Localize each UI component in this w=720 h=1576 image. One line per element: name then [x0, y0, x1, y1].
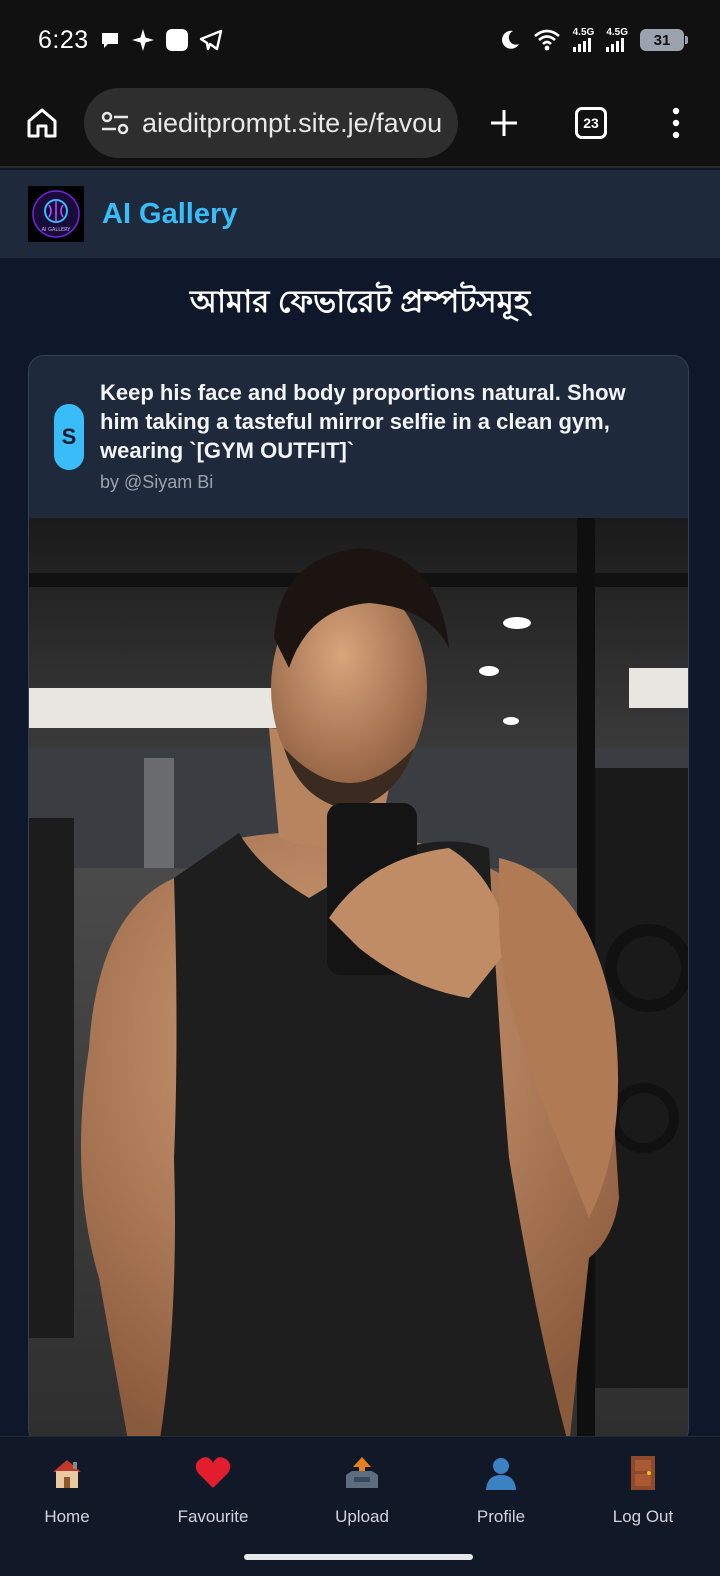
status-bar: 6:23 4.5G 4.5G 31	[0, 0, 720, 80]
battery-icon: 31	[640, 29, 688, 51]
gesture-home-indicator[interactable]	[244, 1554, 473, 1560]
prompt-text: Keep his face and body proportions natur…	[100, 380, 626, 463]
nav-home-label: Home	[44, 1507, 90, 1526]
app-header: AI GALLERY AI Gallery	[0, 170, 720, 258]
browser-toolbar: aieditprompt.site.je/favou 23	[0, 80, 720, 168]
signal-1: 4.5G	[572, 27, 595, 52]
nav-upload[interactable]: Upload	[307, 1453, 417, 1527]
site-settings-icon[interactable]	[100, 110, 130, 136]
moon-icon	[501, 30, 519, 49]
house-icon	[49, 1453, 85, 1493]
logo-text: AI GALLERY	[42, 227, 72, 233]
tab-switcher-button[interactable]: 23	[550, 107, 632, 139]
prompt-card[interactable]: S Keep his face and body proportions nat…	[28, 355, 689, 1445]
status-time: 6:23	[38, 25, 89, 54]
url-text: aieditprompt.site.je/favou	[142, 107, 443, 138]
battery-level: 31	[653, 31, 671, 49]
address-bar[interactable]: aieditprompt.site.je/favou	[84, 88, 458, 158]
page-title: আমার ফেভারেট প্রম্পটসমূহ	[189, 284, 531, 319]
nav-home[interactable]: Home	[12, 1453, 122, 1527]
app-title[interactable]: AI Gallery	[102, 198, 237, 231]
door-icon	[628, 1453, 658, 1493]
nav-favourite-label: Favourite	[177, 1507, 249, 1526]
heart-icon	[194, 1453, 232, 1493]
nav-favourite[interactable]: Favourite	[158, 1453, 268, 1527]
plus-icon	[491, 110, 517, 136]
telegram-icon	[199, 29, 222, 51]
system-icons: 4.5G 4.5G 31	[499, 27, 688, 52]
author-avatar: S	[54, 404, 84, 470]
home-outline-icon	[27, 108, 57, 138]
nav-logout[interactable]: Log Out	[588, 1453, 698, 1527]
prompt-image[interactable]	[29, 518, 688, 1444]
nav-profile-label: Profile	[476, 1507, 526, 1526]
gym-selfie-image	[29, 518, 688, 1444]
chat-bubble-icon	[101, 33, 118, 48]
person-icon	[483, 1453, 519, 1493]
tab-count: 23	[575, 107, 607, 139]
browser-menu-button[interactable]	[632, 107, 720, 139]
brain-logo-icon: AI GALLERY	[32, 190, 80, 238]
wifi-icon	[533, 29, 560, 51]
notification-icons	[99, 28, 223, 52]
nav-profile[interactable]: Profile	[446, 1453, 556, 1527]
app-logo[interactable]: AI GALLERY	[28, 186, 84, 242]
bottom-navigation: Home Favourite Upload Profile Log Out	[0, 1436, 720, 1576]
more-vertical-icon	[672, 107, 680, 139]
network-type-1: 4.5G	[572, 27, 595, 38]
author-name: by @Siyam Bi	[100, 472, 214, 492]
card-header: S Keep his face and body proportions nat…	[29, 356, 688, 518]
signal-bars-icon	[572, 38, 591, 52]
signal-2: 4.5G	[606, 28, 628, 52]
signal-bars-icon	[606, 38, 625, 52]
new-tab-button[interactable]	[458, 108, 550, 138]
network-type-2: 4.5G	[606, 27, 628, 38]
sparkle-icon	[131, 29, 154, 51]
browser-home-button[interactable]	[0, 79, 84, 167]
nav-logout-label: Log Out	[612, 1507, 674, 1526]
app-square-icon	[165, 29, 188, 51]
nav-upload-label: Upload	[335, 1507, 389, 1526]
outbox-tray-icon	[343, 1453, 381, 1493]
